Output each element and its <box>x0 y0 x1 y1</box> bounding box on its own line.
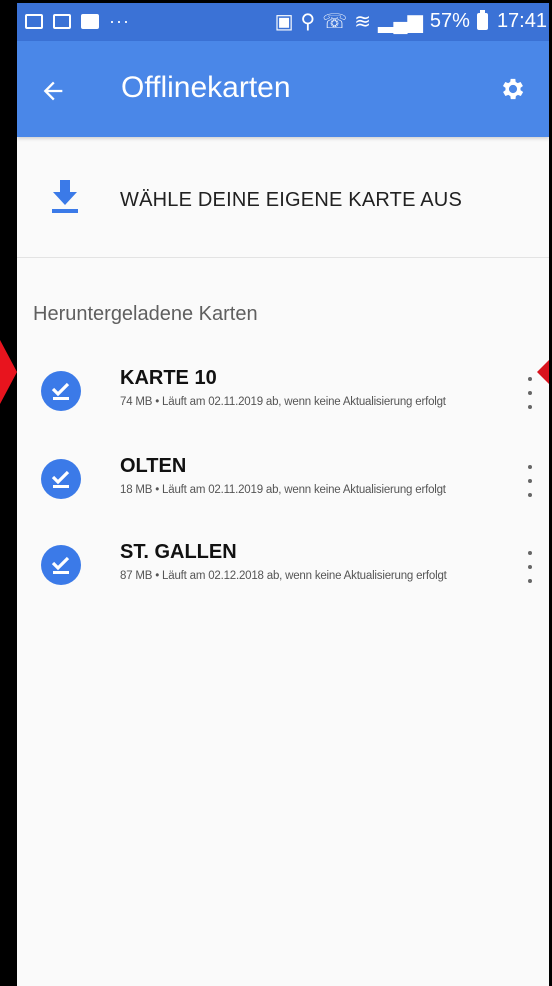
gear-icon[interactable] <box>493 69 533 109</box>
wifi-call-icon: ☏ <box>322 11 348 33</box>
download-icon <box>49 178 81 214</box>
notification-app-icon <box>25 14 43 29</box>
app-bar: Offlinekarten <box>17 41 549 137</box>
more-vert-icon[interactable] <box>519 551 541 583</box>
sim-icon: ▣ <box>274 11 294 33</box>
location-icon: ⚲ <box>300 11 316 33</box>
status-indicators: ▣ ⚲ ☏ ≋ ▂▄▆ 57% 17:41 <box>275 9 547 34</box>
check-circle-icon <box>41 545 81 585</box>
more-notifications-icon: ··· <box>109 11 130 31</box>
map-name: ST. GALLEN <box>120 541 237 563</box>
more-vert-icon[interactable] <box>519 465 541 497</box>
status-notifications: ··· <box>25 11 130 32</box>
map-name: KARTE 10 <box>120 367 217 389</box>
frame-left <box>0 0 17 986</box>
arrow-left-icon[interactable] <box>33 71 73 111</box>
signal-icon: ▂▄▆ <box>377 11 423 33</box>
map-name: OLTEN <box>120 455 187 477</box>
annotation-arrow-right <box>537 360 549 384</box>
wifi-icon: ≋ <box>354 11 371 33</box>
choose-own-map-label: WÄHLE DEINE EIGENE KARTE AUS <box>120 189 462 211</box>
list-item[interactable]: ST. GALLEN 87 MB • Läuft am 02.12.2018 a… <box>17 541 549 631</box>
screen: ··· ▣ ⚲ ☏ ≋ ▂▄▆ 57% 17:41 Offlinekarten <box>17 3 549 986</box>
page-title: Offlinekarten <box>121 71 291 104</box>
notification-image-icon <box>53 14 71 29</box>
check-circle-icon <box>41 459 81 499</box>
list-item[interactable]: OLTEN 18 MB • Läuft am 02.11.2019 ab, we… <box>17 455 549 545</box>
map-details: 74 MB • Läuft am 02.11.2019 ab, wenn kei… <box>120 396 446 408</box>
check-circle-icon <box>41 371 81 411</box>
choose-own-map-button[interactable]: WÄHLE DEINE EIGENE KARTE AUS <box>17 138 549 258</box>
battery-icon <box>476 10 488 30</box>
annotation-arrow-left <box>0 340 17 404</box>
divider <box>17 257 549 258</box>
map-details: 87 MB • Läuft am 02.12.2018 ab, wenn kei… <box>120 570 447 582</box>
battery-percent: 57% <box>429 10 470 32</box>
list-item[interactable]: KARTE 10 74 MB • Läuft am 02.11.2019 ab,… <box>17 367 549 457</box>
map-details: 18 MB • Läuft am 02.11.2019 ab, wenn kei… <box>120 484 446 496</box>
clock: 17:41 <box>496 10 547 32</box>
section-title: Heruntergeladene Karten <box>33 303 258 325</box>
status-bar: ··· ▣ ⚲ ☏ ≋ ▂▄▆ 57% 17:41 <box>17 3 549 41</box>
notification-video-icon <box>81 14 99 29</box>
